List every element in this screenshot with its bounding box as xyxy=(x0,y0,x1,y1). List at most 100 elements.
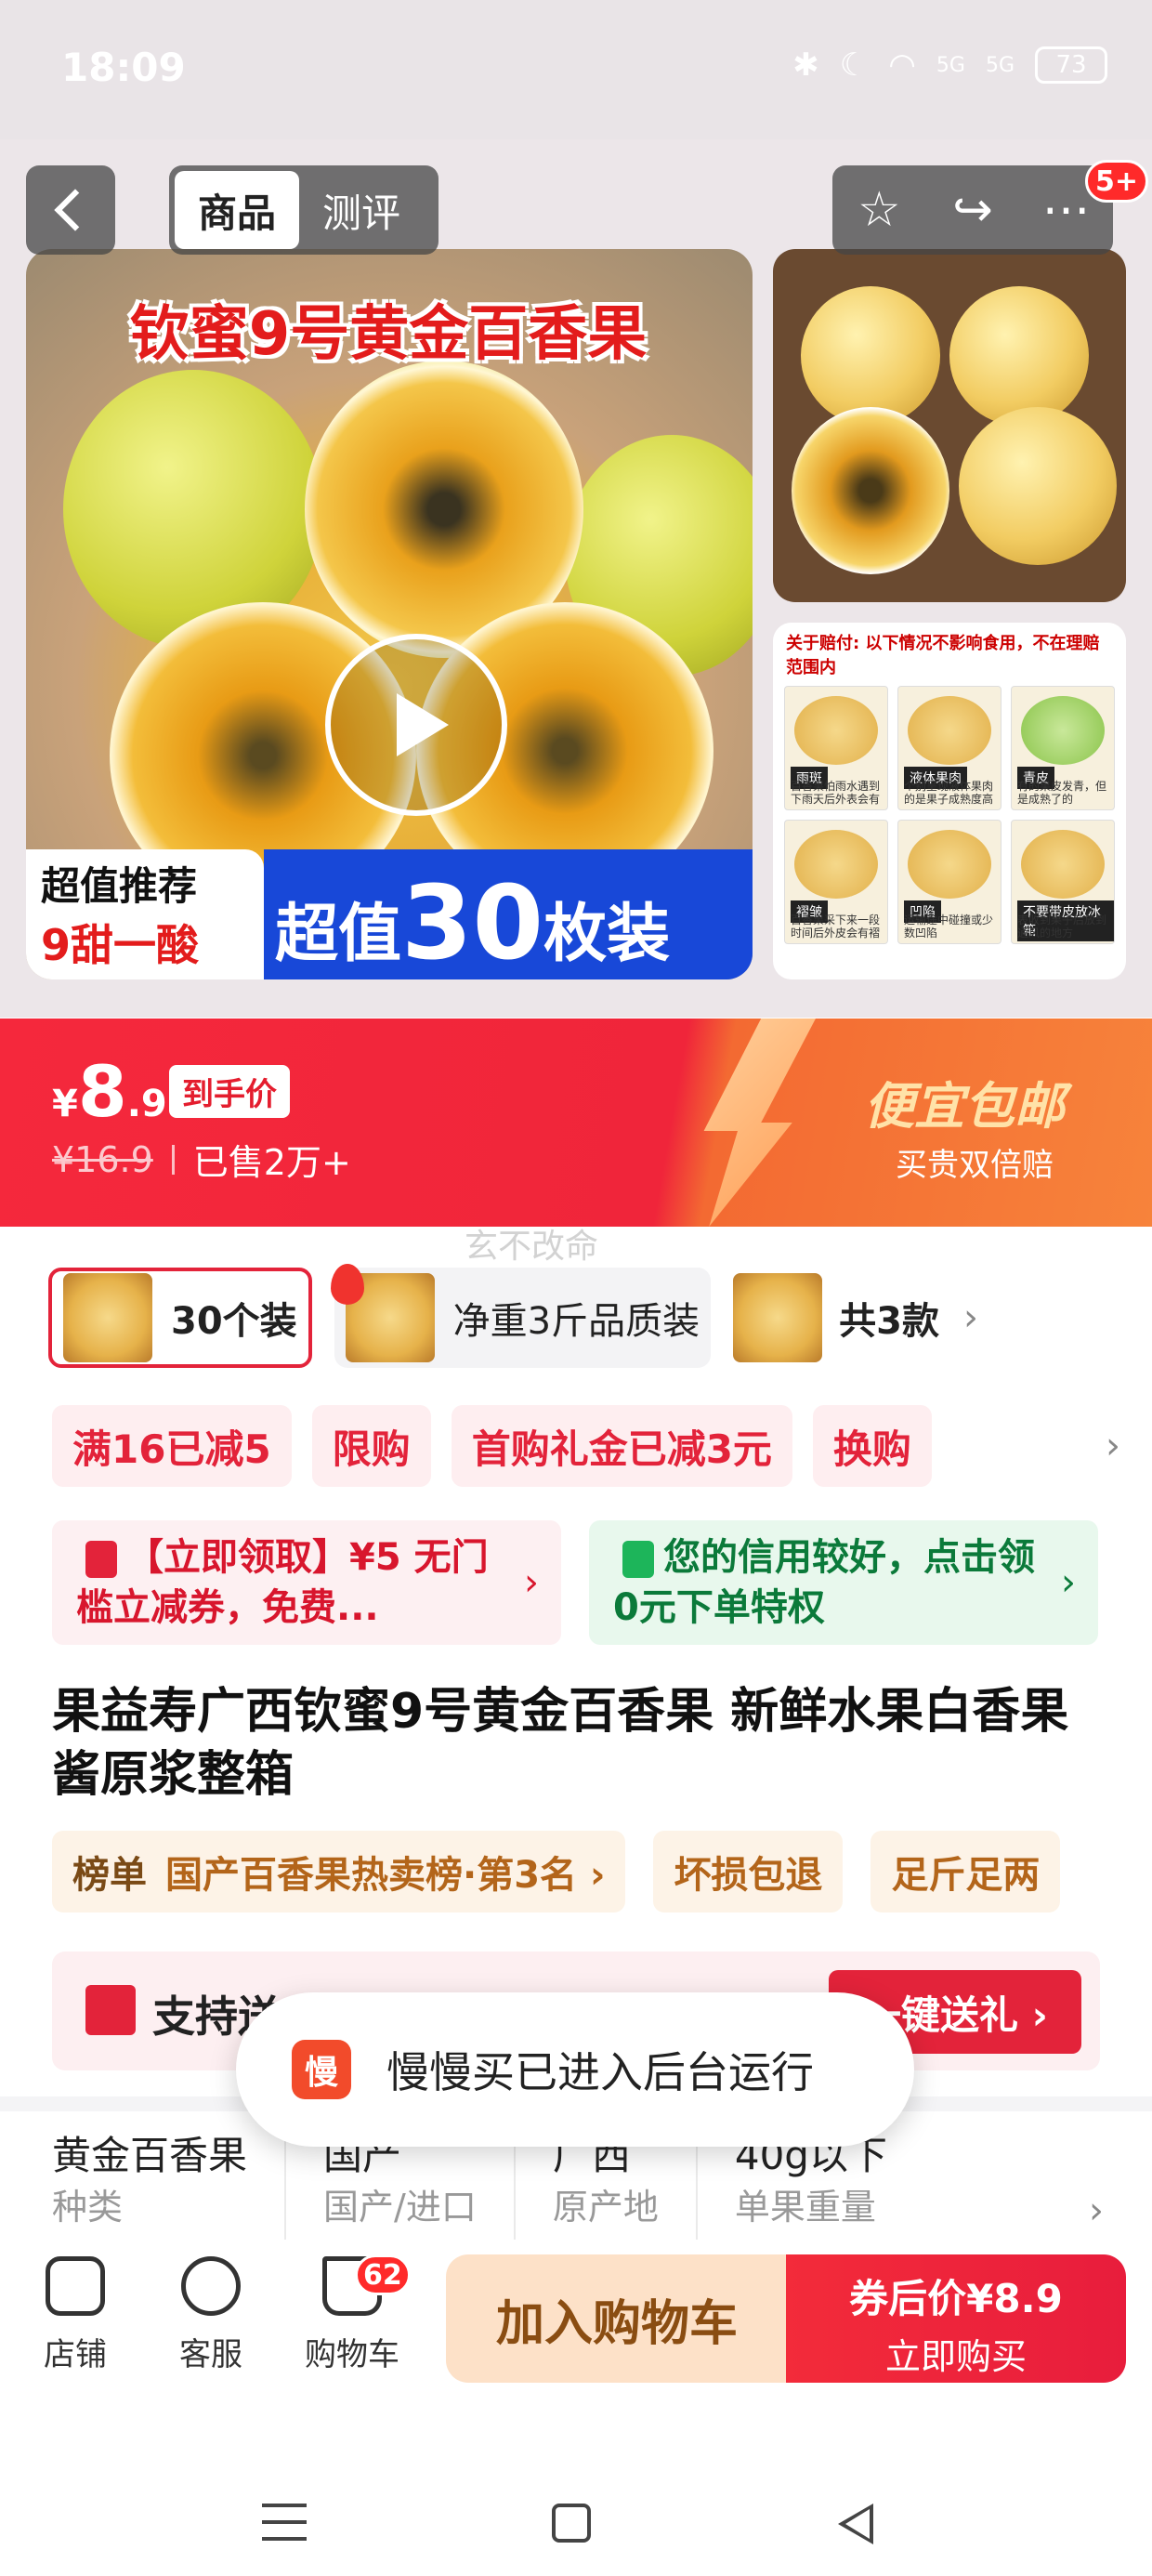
home-icon[interactable] xyxy=(552,2504,591,2543)
fruit-image xyxy=(959,407,1117,565)
attr-name: 单果重量 xyxy=(734,2187,876,2228)
coupon-icon xyxy=(85,1541,117,1578)
original-price: ¥16.9 xyxy=(52,1138,153,1180)
promo-tag-exchange[interactable]: 换购 xyxy=(812,1405,932,1487)
back-button[interactable] xyxy=(26,165,115,255)
credit-text: 您的信用较好，点击领0元下单特权 xyxy=(613,1536,1035,1629)
main-product-image[interactable]: 钦蜜9号黄金百香果 超值推荐 9甜一酸 超值 30 枚装 xyxy=(26,249,753,979)
moon-icon: ☾ xyxy=(839,46,869,84)
attr-variety: 黄金百香果 种类 xyxy=(52,2128,287,2240)
coupon-price: 券后价¥8.9 xyxy=(849,2276,1063,2321)
buy-now-button[interactable]: 券后价¥8.9 立即购买 xyxy=(786,2254,1126,2383)
promo-right-label: 超值 30 枚装 xyxy=(264,849,753,979)
shop-label: 店铺 xyxy=(44,2336,107,2373)
promo-line-1: 超值推荐 xyxy=(41,863,198,909)
share-icon[interactable]: ↪ xyxy=(931,168,1015,252)
price-currency: ¥ xyxy=(52,1083,78,1125)
service-button[interactable]: 客服 xyxy=(160,2256,262,2374)
claim-cell: 雨斑百香果怕雨水遇到下雨天后外表会有斑点 xyxy=(784,686,888,810)
price-integer: 8 xyxy=(77,1050,127,1133)
price-guarantee-label: 买贵双倍赔 xyxy=(896,1147,1054,1184)
customer-service-icon xyxy=(181,2256,241,2316)
claim-text: 表收到果子后放到通风的地方 xyxy=(1017,913,1107,940)
claim-info-image[interactable]: 关于赔付: 以下情况不影响食用，不在理赔范围内 雨斑 百香果怕雨水遇到下雨天后外表… xyxy=(773,623,1126,979)
fruit-image xyxy=(801,286,940,426)
gift-icon xyxy=(85,1985,136,2035)
cart-label: 购物车 xyxy=(305,2336,399,2373)
cart-count-badge: 62 xyxy=(355,2254,411,2295)
attr-value: 黄金百香果 xyxy=(52,2133,248,2178)
status-time: 18:09 xyxy=(61,45,186,90)
rank-key: 榜单 xyxy=(72,1854,147,1897)
status-icons: ✱ ☾ ◠ 5G 5G 73 xyxy=(792,46,1107,84)
chevron-right-icon[interactable]: › xyxy=(1089,2189,1104,2232)
rank-badge[interactable]: 榜单 国产百香果热卖榜·第3名 › xyxy=(52,1831,626,1912)
message-badge: 5+ xyxy=(1085,160,1149,203)
sku-thumbnail xyxy=(63,1273,152,1362)
guarantee-tag-refund[interactable]: 坏损包退 xyxy=(653,1831,844,1912)
coupon-cards: 【立即领取】¥5 无门槛立减券，免费... › 您的信用较好，点击领0元下单特权… xyxy=(52,1520,1100,1645)
wifi-icon: ◠ xyxy=(888,46,916,84)
sku-option-30[interactable]: 30个装 xyxy=(48,1264,364,1368)
promo-tag-limit[interactable]: 限购 xyxy=(311,1405,431,1487)
system-nav-bar xyxy=(0,2394,1152,2576)
signal-icon: 5G xyxy=(936,53,965,77)
rank-row: 榜单 国产百香果热卖榜·第3名 › 坏损包退 足斤足两 xyxy=(52,1831,1152,1912)
side-product-image[interactable] xyxy=(773,249,1126,602)
coupon-card-claim[interactable]: 【立即领取】¥5 无门槛立减券，免费... › xyxy=(52,1520,561,1645)
attr-name: 原产地 xyxy=(552,2187,659,2228)
shop-icon xyxy=(46,2256,105,2316)
original-price-row: ¥16.9 已售2万+ xyxy=(52,1134,351,1185)
favorite-star-icon[interactable]: ☆ xyxy=(837,168,921,252)
toast-text: 慢慢买已进入后台运行 xyxy=(386,2047,814,2097)
current-price: ¥ 8 .9 xyxy=(52,1050,167,1133)
promo-suffix: 枚装 xyxy=(543,898,671,971)
bag-icon xyxy=(622,1541,654,1578)
sku-count[interactable]: 共3款 xyxy=(839,1291,939,1345)
claim-cell: 液体果肉 个别呈现液体果肉的是果子成熟度高 xyxy=(897,686,1001,810)
claim-text: 百香果怕雨水遇到下雨天后外表会有斑点 xyxy=(791,780,881,806)
claim-text: 运输途中碰撞或少数凹陷 xyxy=(904,913,994,940)
sku-thumbnail[interactable] xyxy=(733,1273,823,1362)
play-video-button[interactable] xyxy=(325,634,507,816)
promo-line-2: 9甜一酸 xyxy=(41,920,200,970)
promo-tag-discount[interactable]: 满16已减5 xyxy=(52,1405,292,1487)
page-tabs: 商品 测评 xyxy=(169,165,439,255)
chevron-right-icon[interactable]: › xyxy=(1106,1425,1120,1467)
sku-option-3jin[interactable]: 净重3斤品质装 xyxy=(334,1268,712,1368)
chevron-right-icon: › xyxy=(1061,1561,1076,1604)
hot-fire-icon xyxy=(331,1264,364,1305)
claim-text: 百香果采下来一段时间后外皮会有褶皱 xyxy=(791,913,881,940)
tab-product[interactable]: 商品 xyxy=(175,171,299,249)
claim-cell: 凹陷 运输途中碰撞或少数凹陷 xyxy=(897,820,1001,944)
product-title: 果益寿广西钦蜜9号黄金百香果 新鲜水果白香果酱原浆整箱 xyxy=(52,1684,1069,1803)
chevron-right-icon[interactable]: › xyxy=(963,1296,978,1339)
divider xyxy=(171,1144,175,1175)
price-banner: ¥ 8 .9 到手价 ¥16.9 已售2万+ 便宜包邮 买贵双倍赔 xyxy=(0,1019,1152,1227)
claim-text: 个别呈现液体果肉的是果子成熟度高 xyxy=(904,780,994,806)
watermark: 玄不改命 xyxy=(465,1228,599,1266)
fruit-image xyxy=(949,286,1089,426)
tab-review[interactable]: 测评 xyxy=(299,171,424,249)
image-title: 钦蜜9号黄金百香果 xyxy=(129,300,648,369)
sku-label: 30个装 xyxy=(171,1300,297,1343)
sold-count: 已售2万+ xyxy=(192,1142,351,1183)
battery-icon: 73 xyxy=(1035,46,1107,84)
claim-header: 关于赔付: 以下情况不影响食用，不在理赔范围内 xyxy=(773,623,1126,686)
top-nav: 商品 测评 xyxy=(26,165,439,255)
product-gallery[interactable]: 钦蜜9号黄金百香果 超值推荐 9甜一酸 超值 30 枚装 关于赔付: 以下情况不… xyxy=(0,139,1152,1134)
coupon-card-credit[interactable]: 您的信用较好，点击领0元下单特权 › xyxy=(589,1520,1098,1645)
back-icon[interactable] xyxy=(838,2504,873,2544)
app-logo-icon: 慢 xyxy=(292,2040,351,2099)
promo-tags: 满16已减5 限购 首购礼金已减3元 换购 › xyxy=(52,1405,1120,1487)
recent-apps-icon[interactable] xyxy=(262,2504,307,2541)
attr-name: 种类 xyxy=(52,2187,124,2228)
guarantee-tag-weight[interactable]: 足斤足两 xyxy=(871,1831,1061,1912)
add-to-cart-button[interactable]: 加入购物车 xyxy=(446,2254,788,2383)
background-toast: 慢 慢慢买已进入后台运行 xyxy=(236,1992,914,2147)
coupon-text: 【立即领取】¥5 无门槛立减券，免费... xyxy=(76,1536,489,1629)
bluetooth-icon: ✱ xyxy=(792,46,819,84)
claim-text: 有的果皮发青，但是成熟了的 xyxy=(1017,780,1107,806)
shop-button[interactable]: 店铺 xyxy=(24,2256,126,2374)
promo-tag-first-order[interactable]: 首购礼金已减3元 xyxy=(451,1405,792,1487)
